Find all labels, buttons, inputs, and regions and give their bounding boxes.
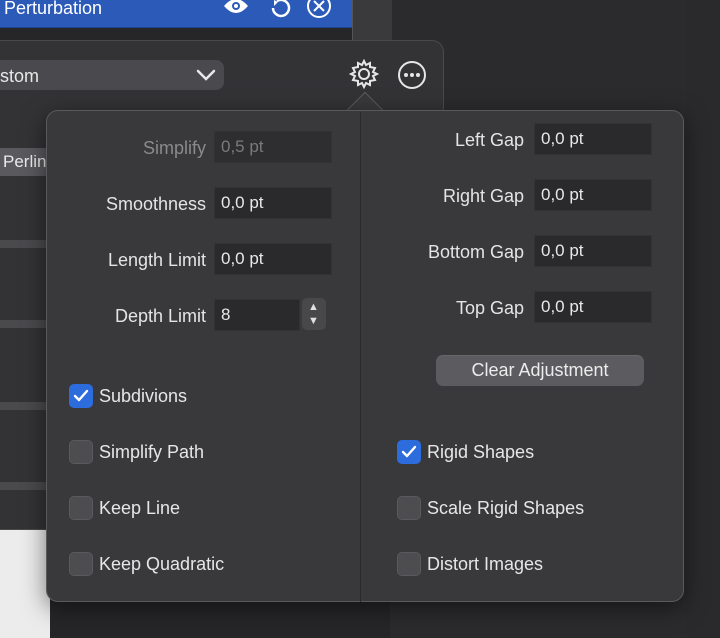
distort-images-label[interactable]: Distort Images bbox=[427, 552, 543, 576]
chevron-down-icon[interactable] bbox=[194, 64, 218, 91]
depth-limit-stepper[interactable]: ▲ ▼ bbox=[302, 298, 326, 330]
gear-icon[interactable] bbox=[348, 58, 380, 95]
subdivions-label[interactable]: Subdivions bbox=[99, 384, 187, 408]
scale-rigid-shapes-checkbox[interactable] bbox=[397, 496, 421, 520]
row-separator bbox=[0, 240, 48, 248]
layer-name: Perturbation bbox=[4, 0, 103, 18]
eye-icon[interactable] bbox=[222, 0, 250, 23]
checkmark-icon bbox=[401, 445, 417, 458]
clear-adjustment-button[interactable]: Clear Adjustment bbox=[436, 355, 644, 386]
simplify-field: 0,5 pt bbox=[214, 131, 332, 163]
smoothness-field[interactable]: 0,0 pt bbox=[214, 187, 332, 219]
right-gap-label: Right Gap bbox=[442, 186, 524, 206]
keep-line-label[interactable]: Keep Line bbox=[99, 496, 180, 520]
top-gap-label: Top Gap bbox=[455, 298, 524, 318]
keep-quadratic-checkbox[interactable] bbox=[69, 552, 93, 576]
stepper-up-icon[interactable]: ▲ bbox=[308, 302, 319, 313]
subdivions-checkbox[interactable] bbox=[69, 384, 93, 408]
top-gap-field[interactable]: 0,0 pt bbox=[534, 291, 652, 323]
canvas-area bbox=[0, 520, 50, 638]
bottom-gap-field[interactable]: 0,0 pt bbox=[534, 235, 652, 267]
length-limit-label: Length Limit bbox=[107, 250, 206, 270]
simplify-label: Simplify bbox=[142, 138, 206, 158]
keep-line-checkbox[interactable] bbox=[69, 496, 93, 520]
distort-images-checkbox[interactable] bbox=[397, 552, 421, 576]
stepper-down-icon[interactable]: ▼ bbox=[308, 316, 319, 327]
checkmark-icon bbox=[73, 389, 89, 402]
dropdown-value: stom bbox=[0, 66, 40, 86]
left-gap-field[interactable]: 0,0 pt bbox=[534, 123, 652, 155]
background-edge bbox=[686, 0, 720, 638]
column-divider bbox=[360, 112, 361, 602]
depth-limit-label: Depth Limit bbox=[114, 306, 206, 326]
smoothness-label: Smoothness bbox=[105, 194, 206, 214]
rigid-shapes-label[interactable]: Rigid Shapes bbox=[427, 440, 534, 464]
scale-rigid-shapes-label[interactable]: Scale Rigid Shapes bbox=[427, 496, 584, 520]
perlin-label: Perlin bbox=[3, 152, 47, 171]
depth-limit-field[interactable]: 8 bbox=[214, 299, 300, 331]
left-gap-label: Left Gap bbox=[454, 130, 524, 150]
row-separator bbox=[0, 402, 48, 410]
row-separator bbox=[0, 320, 48, 328]
keep-quadratic-label[interactable]: Keep Quadratic bbox=[99, 552, 224, 576]
simplify-path-label[interactable]: Simplify Path bbox=[99, 440, 204, 464]
scrollbar-frame bbox=[352, 0, 392, 40]
reset-icon[interactable] bbox=[269, 0, 293, 25]
simplify-path-checkbox[interactable] bbox=[69, 440, 93, 464]
bottom-gap-label: Bottom Gap bbox=[427, 242, 524, 262]
right-gap-field[interactable]: 0,0 pt bbox=[534, 179, 652, 211]
close-circle-icon[interactable] bbox=[306, 0, 332, 25]
row-separator bbox=[0, 482, 48, 490]
length-limit-field[interactable]: 0,0 pt bbox=[214, 243, 332, 275]
rigid-shapes-checkbox[interactable] bbox=[397, 440, 421, 464]
more-icon[interactable] bbox=[397, 60, 427, 95]
